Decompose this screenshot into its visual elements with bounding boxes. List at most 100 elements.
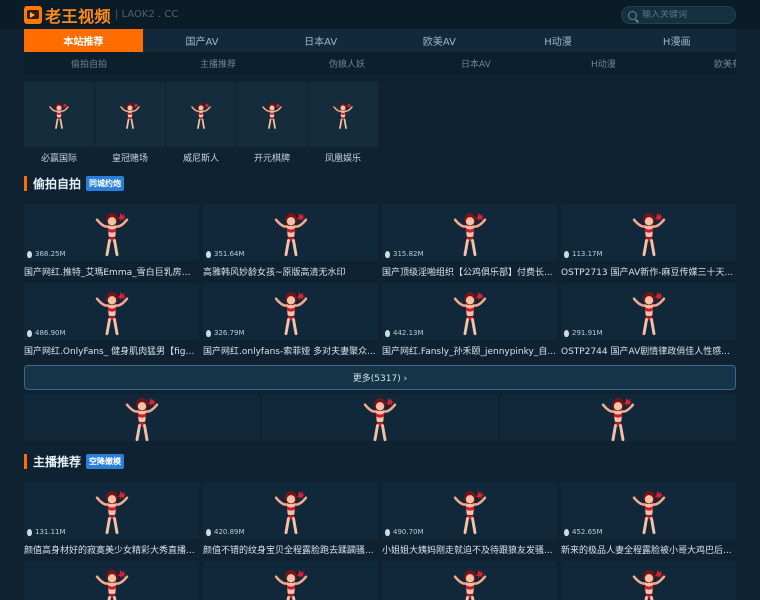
video-card[interactable] [24,561,199,600]
view-count: 351.64M [206,250,245,258]
video-card[interactable]: 351.64M 高雅韩风妙龄女孩~原版高清无水印 [203,204,378,278]
video-thumbnail: 486.90M [24,283,199,340]
video-thumbnail: 291.91M [561,283,736,340]
nav-item-domestic-av[interactable]: 国产AV [143,29,262,52]
app-item[interactable]: 威尼斯人 [166,82,236,166]
video-title[interactable]: 新来的极品人妻全程露脸被小哥大鸡巴后... [561,543,736,556]
subnav-item[interactable]: 伪娘人妖 [329,57,365,70]
section-tag[interactable]: 空降嫩模 [86,454,125,469]
section-title-streamers: 主播推荐 空降嫩模 [24,453,125,470]
app-list: 必赢国际 皇冠赌场 威尼斯人 开元棋牌 凤凰娱乐 [24,82,378,166]
video-title[interactable]: OSTP2744 国产AV剧情律政俏佳人性感... [561,344,736,357]
video-card[interactable]: 315.82M 国产顶级淫啪组织【公鸡俱乐部】付费长... [382,204,557,278]
video-card[interactable]: 442.13M 国产网红.Fansly_孙禾颐_jennypinky_自... [382,283,557,357]
fire-icon [206,250,211,258]
search-input[interactable] [642,10,722,20]
site-logo[interactable]: 老王视频 | LAOK2 . CC [24,4,179,26]
video-card[interactable]: 420.89M 颜值不错的纹身宝贝全程露脸跑去蹂躏骚... [203,482,378,556]
mascot-figure-icon [266,486,316,536]
video-card[interactable]: 490.70M 小姐姐大姨妈刚走就迫不及待跟狼友发骚... [382,482,557,556]
logo-domain: | LAOK2 . CC [115,9,179,20]
video-thumbnail: 420.89M [203,482,378,539]
video-title[interactable]: 颜值不错的纹身宝贝全程露脸跑去蹂躏骚... [203,543,378,556]
video-title[interactable]: 颜值高身材好的寂寞美少女精彩大秀直播... [24,543,199,556]
fire-icon [27,250,32,258]
app-item[interactable]: 凤凰娱乐 [308,82,378,166]
nav-item-recommended[interactable]: 本站推荐 [24,29,143,52]
video-title[interactable]: OSTP2713 国产AV新作-麻豆传媒三十天... [561,265,736,278]
secondary-nav: 偷拍自拍 主播推荐 伪娘人妖 日本AV H动漫 欧美有 [24,52,736,74]
fire-icon [206,528,211,536]
video-card[interactable]: 326.79M 国产网红.onlyfans-索菲娅 多对夫妻聚众... [203,283,378,357]
section-accent-bar [24,454,27,469]
more-button[interactable]: 更多(5317) › [24,365,736,390]
app-label: 威尼斯人 [182,154,219,164]
video-title[interactable]: 小姐姐大姨妈刚走就迫不及待跟狼友发骚... [382,543,557,556]
section-tag[interactable]: 同城约炮 [86,176,125,191]
mascot-figure-icon [328,100,358,130]
banner-ad[interactable] [262,394,498,441]
video-thumbnail: 113.17M [561,204,736,261]
video-card[interactable] [561,561,736,600]
app-item[interactable]: 开元棋牌 [237,82,307,166]
section-title-selfie: 偷拍自拍 同城约炮 [24,175,125,192]
subnav-item[interactable]: 日本AV [461,57,491,70]
app-item[interactable]: 皇冠赌场 [95,82,165,166]
tv-logo-icon [24,5,42,24]
nav-item-japan-av[interactable]: 日本AV [261,29,380,52]
app-thumbnail [24,82,94,147]
mascot-figure-icon [87,287,137,337]
fire-icon [27,329,32,337]
mascot-figure-icon [445,486,495,536]
video-thumbnail: 315.82M [382,204,557,261]
fire-icon [206,329,211,337]
app-item[interactable]: 必赢国际 [24,82,94,166]
mascot-figure-icon [593,393,643,443]
app-label: 开元棋牌 [253,154,290,164]
nav-item-h-comic[interactable]: H漫画 [617,29,736,52]
mascot-figure-icon [87,565,137,600]
subnav-item[interactable]: 欧美有 [714,57,736,70]
view-count: 486.90M [27,329,66,337]
subnav-item[interactable]: H动漫 [591,57,616,70]
video-card[interactable]: 486.90M 国产网红.OnlyFans_ 健身肌肉猛男【fight... [24,283,199,357]
video-card[interactable]: 131.11M 颜值高身材好的寂寞美少女精彩大秀直播... [24,482,199,556]
app-thumbnail [237,82,307,147]
video-card[interactable]: 368.25M 国产网红.推特_艾瑪Emma_雪白巨乳房东... [24,204,199,278]
video-card[interactable] [203,561,378,600]
search-box[interactable] [621,6,736,24]
video-thumbnail: 326.79M [203,283,378,340]
app-label: 必赢国际 [40,154,77,164]
video-title[interactable]: 国产网红.推特_艾瑪Emma_雪白巨乳房东... [24,265,199,278]
fire-icon [564,528,569,536]
nav-item-western-av[interactable]: 欧美AV [380,29,499,52]
app-thumbnail [95,82,165,147]
video-title[interactable]: 高雅韩风妙龄女孩~原版高清无水印 [203,265,378,278]
section-heading: 主播推荐 [33,455,82,469]
mascot-figure-icon [624,565,674,600]
video-title[interactable]: 国产顶级淫啪组织【公鸡俱乐部】付费长... [382,265,557,278]
view-count: 326.79M [206,329,245,337]
view-count: 490.70M [385,528,424,536]
video-title[interactable]: 国产网红.onlyfans-索菲娅 多对夫妻聚众... [203,344,378,357]
mascot-figure-icon [44,100,74,130]
app-thumbnail [308,82,378,147]
video-card[interactable]: 291.91M OSTP2744 国产AV剧情律政俏佳人性感... [561,283,736,357]
subnav-item[interactable]: 偷拍自拍 [71,57,107,70]
mascot-figure-icon [445,565,495,600]
video-thumbnail [382,561,557,600]
search-icon[interactable] [628,10,637,20]
fire-icon [385,528,390,536]
banner-ad[interactable] [500,394,736,441]
video-title[interactable]: 国产网红.OnlyFans_ 健身肌肉猛男【fight... [24,344,199,357]
video-thumbnail: 452.65M [561,482,736,539]
video-card[interactable]: 113.17M OSTP2713 国产AV新作-麻豆传媒三十天... [561,204,736,278]
nav-item-h-anime[interactable]: H动漫 [499,29,618,52]
subnav-item[interactable]: 主播推荐 [200,57,236,70]
video-card[interactable]: 452.65M 新来的极品人妻全程露脸被小哥大鸡巴后... [561,482,736,556]
video-thumbnail [203,561,378,600]
video-card[interactable] [382,561,557,600]
video-title[interactable]: 国产网红.Fansly_孙禾颐_jennypinky_自... [382,344,557,357]
banner-ad[interactable] [24,394,260,441]
video-thumbnail: 442.13M [382,283,557,340]
